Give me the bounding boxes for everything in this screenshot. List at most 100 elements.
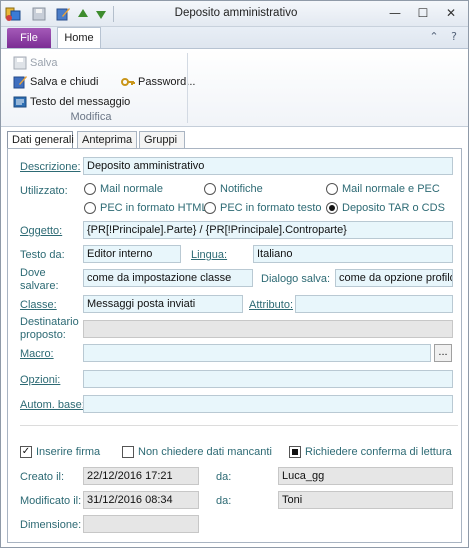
radio-label: Mail normale [100,183,163,195]
radio-mail-normale[interactable]: Mail normale [84,183,163,195]
radio-label: PEC in formato testo [220,202,322,214]
radio-mail-normale-pec[interactable]: Mail normale e PEC [326,183,440,195]
radio-circle [204,183,216,195]
dimensione-label: Dimensione: [20,519,82,531]
radio-label: PEC in formato HTML [100,202,208,214]
destinatario-label-1: Destinatario [20,316,79,328]
descrizione-label: Descrizione: [20,161,81,173]
save-icon[interactable] [31,6,47,22]
ribbon-panel: Salva Salva e chiudi Password... Testo d… [1,48,468,127]
radio-label: Mail normale e PEC [342,183,440,195]
qat-separator [113,6,114,22]
macro-label: Macro: [20,348,54,360]
save-icon [13,56,27,70]
radio-pec-html[interactable]: PEC in formato HTML [84,202,208,214]
salva-e-chiudi-button[interactable]: Salva e chiudi [13,74,99,90]
creato-da-label: da: [216,471,232,483]
dialogo-salva-label: Dialogo salva: [261,273,331,285]
window-title: Deposito amministrativo [174,7,298,19]
password-button[interactable]: Password... [121,74,195,90]
radio-circle [84,183,96,195]
minimize-button[interactable]: — [381,3,409,23]
modificato-il-label: Modificato il: [20,495,82,507]
radio-pec-testo[interactable]: PEC in formato testo [204,202,322,214]
checkbox-label: Non chiedere dati mancanti [138,446,272,458]
radio-circle-selected [326,202,338,214]
radio-circle [204,202,216,214]
ribbon-group-label: Modifica [70,111,112,123]
close-button[interactable]: ✕ [437,3,465,23]
radio-notifiche[interactable]: Notifiche [204,183,263,195]
macro-browse-button[interactable]: ... [434,344,452,362]
autom-base-field[interactable] [83,395,453,413]
richiedere-conferma-checkbox[interactable]: Richiedere conferma di lettura [289,446,452,458]
radio-label: Deposito TAR o CDS [342,202,445,214]
creato-da-field: Luca_gg [278,467,453,485]
ribbon-tab-row: File Home ⌃ ? [1,27,468,49]
main-window: Deposito amministrativo — ☐ ✕ File Home … [0,0,469,548]
attributo-field[interactable] [295,295,453,313]
checkbox-unchecked [122,446,134,458]
tab-gruppi[interactable]: Gruppi [139,131,185,149]
message-text-icon [13,96,27,108]
checkbox-label: Inserire firma [36,446,101,458]
testo-messaggio-button[interactable]: Testo del messaggio [13,94,130,110]
creato-il-label: Creato il: [20,471,65,483]
dove-salvare-label-1: Dove [20,267,46,279]
dialogo-salva-field[interactable]: come da opzione profilo [335,269,453,287]
ribbon-group-separator [187,53,188,123]
checkbox-indeterminate [289,446,301,458]
tab-file[interactable]: File [7,28,51,48]
oggetto-field[interactable]: {PR[!Principale].Parte} / {PR[!Principal… [83,221,453,239]
checkbox-label: Richiedere conferma di lettura [305,446,452,458]
lingua-field[interactable]: Italiano [253,245,453,263]
salva-button[interactable]: Salva [13,55,58,71]
macro-field[interactable] [83,344,431,362]
collapse-ribbon-icon[interactable]: ⌃ [427,30,441,44]
creato-il-field: 22/12/2016 17:21 [83,467,199,485]
testo-da-field[interactable]: Editor interno [83,245,181,263]
radio-label: Notifiche [220,183,263,195]
dove-salvare-label-2: salvare: [20,280,59,292]
testo-messaggio-label: Testo del messaggio [30,96,131,108]
form-panel: Descrizione: Deposito amministrativo Uti… [7,148,462,543]
tab-anteprima[interactable]: Anteprima [77,131,137,149]
dimensione-field [83,515,199,533]
radio-deposito-tar-cds[interactable]: Deposito TAR o CDS [326,202,445,214]
checkbox-checked: ✓ [20,446,32,458]
modificato-da-label: da: [216,495,232,507]
testo-da-label: Testo da: [20,249,65,261]
save-close-icon [13,76,27,89]
descrizione-field[interactable]: Deposito amministrativo [83,157,453,175]
section-divider [20,425,458,426]
radio-circle [84,202,96,214]
edit-icon[interactable] [55,6,71,22]
up-arrow-icon[interactable] [75,6,91,22]
opzioni-label: Opzioni: [20,374,61,386]
down-arrow-icon[interactable] [93,6,109,22]
title-bar: Deposito amministrativo — ☐ ✕ [1,1,468,27]
dove-salvare-field[interactable]: come da impostazione classe [83,269,253,287]
autom-base-label: Autom. base: [20,399,85,411]
radio-circle [326,183,338,195]
oggetto-label: Oggetto: [20,225,63,237]
classe-label: Classe: [20,299,57,311]
salva-e-chiudi-label: Salva e chiudi [30,76,99,88]
opzioni-field[interactable] [83,370,453,388]
utilizzato-label: Utilizzato: [20,185,68,197]
lingua-label: Lingua: [191,249,228,261]
tab-home[interactable]: Home [57,27,101,49]
maximize-button[interactable]: ☐ [409,3,437,23]
destinatario-field [83,320,453,338]
attributo-label: Attributo: [249,299,294,311]
destinatario-label-2: proposto: [20,329,66,341]
modificato-da-field: Toni [278,491,453,509]
salva-label: Salva [30,57,58,69]
modificato-il-field: 31/12/2016 08:34 [83,491,199,509]
key-icon [121,78,135,86]
app-icon[interactable] [5,6,21,22]
help-icon[interactable]: ? [447,30,461,44]
non-chiedere-checkbox[interactable]: Non chiedere dati mancanti [122,446,272,458]
classe-field[interactable]: Messaggi posta inviati [83,295,243,313]
inserire-firma-checkbox[interactable]: ✓ Inserire firma [20,446,100,458]
